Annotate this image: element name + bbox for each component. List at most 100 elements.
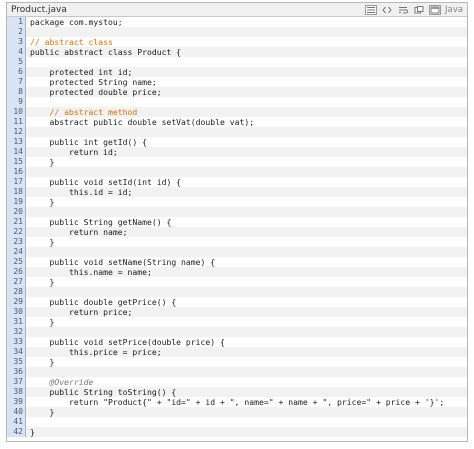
code-text: protected int id; [30, 67, 133, 77]
code-text: public int getId() { [30, 137, 147, 147]
code-line: 7 protected String name; [7, 77, 467, 87]
code-body: 1 package com.mystou; 2 3// abstract class 4… [7, 17, 467, 437]
code-text: return price; [30, 307, 133, 317]
line-number: 29 [7, 297, 26, 307]
code-line: 5 [7, 57, 467, 67]
line-number: 33 [7, 337, 26, 347]
code-line: 37 @Override [7, 377, 467, 387]
code-line: 27 } [7, 277, 467, 287]
code-line: 25 public void setName(String name) { [7, 257, 467, 267]
code-line: 2 [7, 27, 467, 37]
line-number: 27 [7, 277, 26, 287]
line-number: 40 [7, 407, 26, 417]
line-number: 23 [7, 237, 26, 247]
code-line: 33 public void setPrice(double price) { [7, 337, 467, 347]
code-line: 9 [7, 97, 467, 107]
code-text: public double getPrice() { [30, 297, 177, 307]
line-number: 12 [7, 127, 26, 137]
code-text: } [30, 157, 55, 167]
line-number: 10 [7, 107, 26, 117]
code-text: public void setPrice(double price) { [30, 337, 225, 347]
code-text: } [30, 197, 55, 207]
code-line: 15 } [7, 157, 467, 167]
line-number: 28 [7, 287, 26, 297]
code-line: 20 [7, 207, 467, 217]
line-number: 24 [7, 247, 26, 257]
line-number: 11 [7, 117, 26, 127]
line-number: 16 [7, 167, 26, 177]
line-number: 4 [7, 47, 26, 57]
code-text: } [30, 357, 55, 367]
code-text: } [30, 277, 55, 287]
code-text: public String toString() { [30, 387, 177, 397]
code-line: 41 [7, 417, 467, 427]
code-text: } [30, 237, 55, 247]
line-number: 39 [7, 397, 26, 407]
code-line: 39 return "Product{" + "id=" + id + ", n… [7, 397, 467, 407]
line-number: 25 [7, 257, 26, 267]
code-text: public String getName() { [30, 217, 172, 227]
code-text: } [30, 407, 55, 417]
popup-icon[interactable] [429, 5, 442, 15]
code-line: 24 [7, 247, 467, 257]
line-number: 26 [7, 267, 26, 277]
line-number: 35 [7, 357, 26, 367]
code-line: 6 protected int id; [7, 67, 467, 77]
line-number: 7 [7, 77, 26, 87]
code-text: this.price = price; [30, 347, 162, 357]
view-source-icon[interactable] [365, 5, 378, 15]
code-line: 16 [7, 167, 467, 177]
line-number: 17 [7, 177, 26, 187]
code-line: 4 public abstract class Product { [7, 47, 467, 57]
code-line: 26 this.name = name; [7, 267, 467, 277]
code-line: 23 } [7, 237, 467, 247]
line-number: 6 [7, 67, 26, 77]
code-line: 12 [7, 127, 467, 137]
line-number: 20 [7, 207, 26, 217]
code-line: 38 public String toString() { [7, 387, 467, 397]
code-line: 34 this.price = price; [7, 347, 467, 357]
code-text: return name; [30, 227, 128, 237]
code-line: 28 [7, 287, 467, 297]
code-line: 42} [7, 427, 467, 437]
code-line: 22 return name; [7, 227, 467, 237]
line-number: 34 [7, 347, 26, 357]
line-number: 8 [7, 87, 26, 97]
line-number: 13 [7, 137, 26, 147]
code-line: 1 package com.mystou; [7, 17, 467, 27]
line-number: 38 [7, 387, 26, 397]
file-name: Product.java [11, 5, 67, 15]
code-text: return id; [30, 147, 118, 157]
code-text: package com.mystou; [30, 17, 123, 27]
code-toolbar: Java [365, 4, 463, 16]
code-text: } [30, 427, 35, 437]
line-number: 18 [7, 187, 26, 197]
line-number: 1 [7, 17, 26, 27]
code-viewer: Product.java Java 1 package com.mystou; 2 3… [6, 2, 468, 442]
code-line: 35 } [7, 357, 467, 367]
code-line: 36 [7, 367, 467, 377]
code-line: 32 [7, 327, 467, 337]
code-text: this.id = id; [30, 187, 133, 197]
language-label[interactable]: Java [445, 4, 463, 16]
code-line: 18 this.id = id; [7, 187, 467, 197]
code-text: this.name = name; [30, 267, 152, 277]
line-number: 41 [7, 417, 26, 427]
code-line: 14 return id; [7, 147, 467, 157]
line-number: 32 [7, 327, 26, 337]
code-line: 3 // abstract class [7, 37, 467, 47]
code-line: 30 return price; [7, 307, 467, 317]
wrap-lines-icon[interactable] [397, 5, 409, 15]
line-number: 3 [7, 37, 26, 47]
code-text: } [30, 317, 55, 327]
line-number: 2 [7, 27, 26, 37]
line-number: 15 [7, 157, 26, 167]
code-text: abstract public double setVat(double vat… [30, 117, 255, 127]
code-text: protected String name; [30, 77, 157, 87]
code-icon[interactable] [381, 5, 393, 15]
copy-icon[interactable] [413, 5, 425, 15]
code-comment: // abstract class [30, 37, 113, 47]
code-line: 19 } [7, 197, 467, 207]
code-line: 40 } [7, 407, 467, 417]
code-text: protected double price; [30, 87, 162, 97]
